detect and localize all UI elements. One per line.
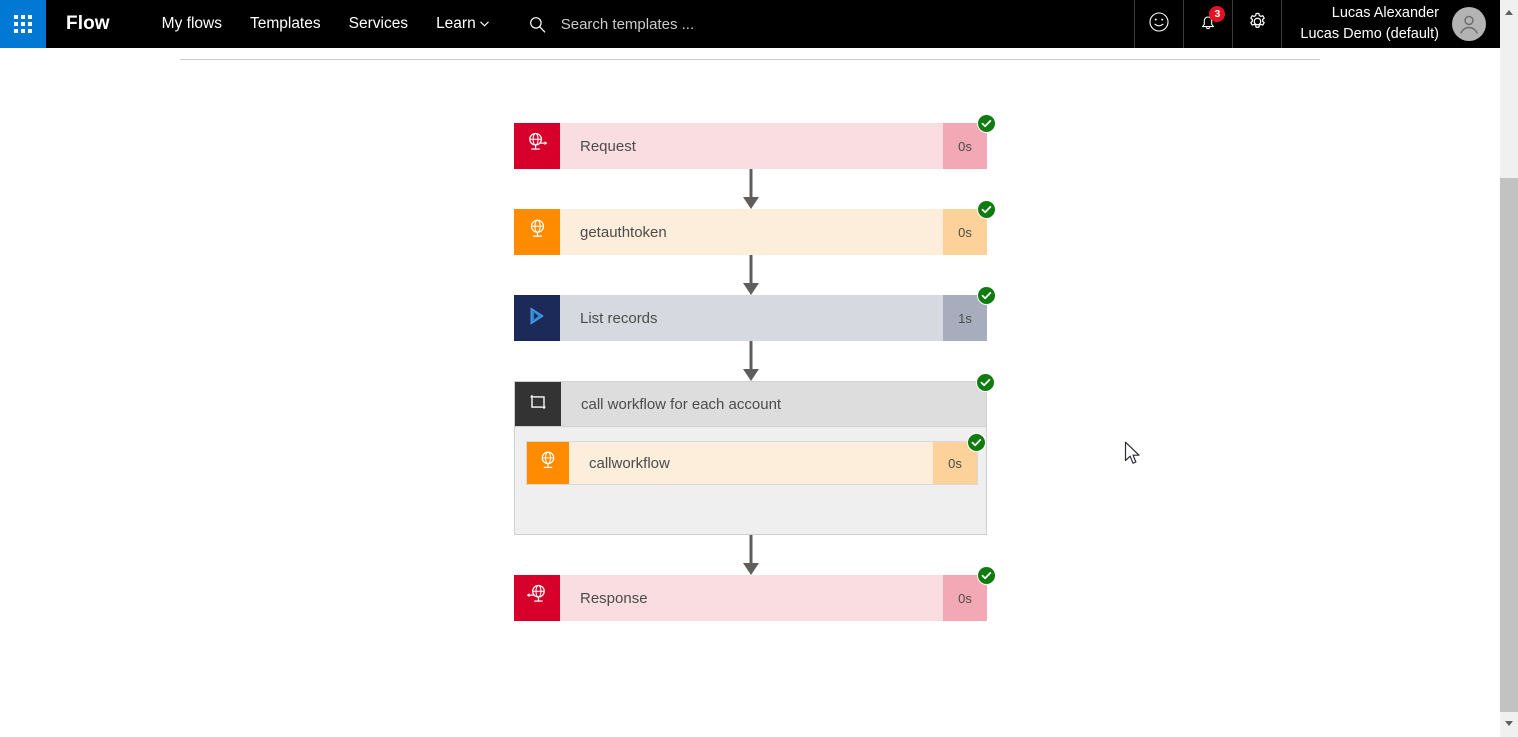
http-request-globe-icon	[525, 131, 550, 161]
status-badge-succeeded	[976, 373, 995, 392]
flow-run-canvas: Request 0s g	[514, 123, 987, 621]
person-avatar-icon	[1456, 11, 1482, 37]
search-area	[525, 0, 1135, 48]
waffle-grid-icon	[14, 15, 32, 33]
notifications-button[interactable]: 3	[1183, 0, 1232, 48]
flow-scope-body: callworkflow 0s	[514, 427, 987, 535]
nav-link-services-label: Services	[349, 15, 408, 33]
settings-gear-icon	[1247, 11, 1268, 37]
nav-link-services[interactable]: Services	[335, 0, 422, 48]
http-response-globe-icon	[525, 583, 550, 613]
nav-link-learn[interactable]: Learn	[422, 0, 503, 48]
flow-scope-title: call workflow for each account	[561, 382, 986, 426]
common-data-service-icon	[526, 305, 548, 332]
nav-link-learn-label: Learn	[436, 15, 476, 33]
vertical-scrollbar[interactable]	[1500, 0, 1518, 737]
user-name: Lucas Alexander	[1300, 3, 1439, 24]
search-input[interactable]	[551, 8, 1123, 40]
user-environment: Lucas Demo (default)	[1300, 24, 1439, 45]
chevron-down-icon	[480, 20, 489, 30]
flow-node-request-title: Request	[560, 123, 943, 169]
status-badge-succeeded	[977, 114, 996, 133]
page-body: Request 0s g	[0, 48, 1500, 737]
status-badge-succeeded	[977, 200, 996, 219]
flow-connector-arrow	[514, 341, 987, 381]
scroll-down-arrow-icon[interactable]	[1500, 714, 1518, 732]
flow-scope-call-workflow-for-each-account: call workflow for each account	[514, 381, 987, 535]
flow-node-response[interactable]: Response 0s	[514, 575, 987, 621]
settings-button[interactable]	[1232, 0, 1281, 48]
primary-nav-links: My flows Templates Services Learn	[148, 0, 503, 48]
content-divider	[180, 59, 1320, 60]
user-text: Lucas Alexander Lucas Demo (default)	[1300, 3, 1439, 44]
nav-link-templates-label: Templates	[250, 15, 321, 33]
app-launcher-button[interactable]	[0, 0, 46, 48]
status-badge-succeeded	[977, 566, 996, 585]
flow-connector-arrow	[514, 535, 987, 575]
flow-node-response-title: Response	[560, 575, 943, 621]
flow-node-list-records[interactable]: List records 1s	[514, 295, 987, 341]
nav-link-templates[interactable]: Templates	[236, 0, 335, 48]
search-icon[interactable]	[525, 16, 551, 33]
flow-node-getauthtoken-title: getauthtoken	[560, 209, 943, 255]
notifications-count-badge: 3	[1209, 6, 1225, 22]
nav-link-my-flows[interactable]: My flows	[148, 0, 236, 48]
flow-node-callworkflow-title: callworkflow	[569, 442, 933, 484]
flow-node-callworkflow[interactable]: callworkflow 0s	[526, 441, 978, 485]
flow-connector-arrow	[514, 255, 987, 295]
flow-node-list-records-title: List records	[560, 295, 943, 341]
flow-node-callworkflow-icon-box	[527, 442, 569, 484]
avatar[interactable]	[1452, 7, 1486, 41]
flow-scope-icon-box	[515, 382, 561, 426]
top-navigation-bar: Flow My flows Templates Services Learn	[0, 0, 1500, 48]
flow-node-request-icon-box	[514, 123, 560, 169]
flow-node-list-records-icon-box	[514, 295, 560, 341]
flow-node-response-icon-box	[514, 575, 560, 621]
http-globe-icon	[536, 449, 560, 478]
status-badge-succeeded	[977, 286, 996, 305]
nav-right-actions: 3 Lucas Alexander Lucas Demo (default)	[1134, 0, 1500, 48]
flow-node-request[interactable]: Request 0s	[514, 123, 987, 169]
brand-title[interactable]: Flow	[46, 0, 110, 48]
status-badge-succeeded	[967, 433, 986, 452]
feedback-smiley-button[interactable]	[1134, 0, 1183, 48]
user-account-block[interactable]: Lucas Alexander Lucas Demo (default)	[1281, 0, 1500, 48]
foreach-loop-icon	[526, 390, 550, 419]
flow-connector-arrow	[514, 169, 987, 209]
nav-link-my-flows-label: My flows	[162, 15, 222, 33]
scroll-up-arrow-icon[interactable]	[1500, 3, 1518, 21]
flow-scope-header[interactable]: call workflow for each account	[514, 381, 987, 427]
scrollbar-thumb[interactable]	[1500, 178, 1518, 712]
http-globe-icon	[525, 217, 550, 247]
feedback-smiley-icon	[1148, 11, 1170, 38]
flow-node-getauthtoken-icon-box	[514, 209, 560, 255]
flow-node-getauthtoken[interactable]: getauthtoken 0s	[514, 209, 987, 255]
